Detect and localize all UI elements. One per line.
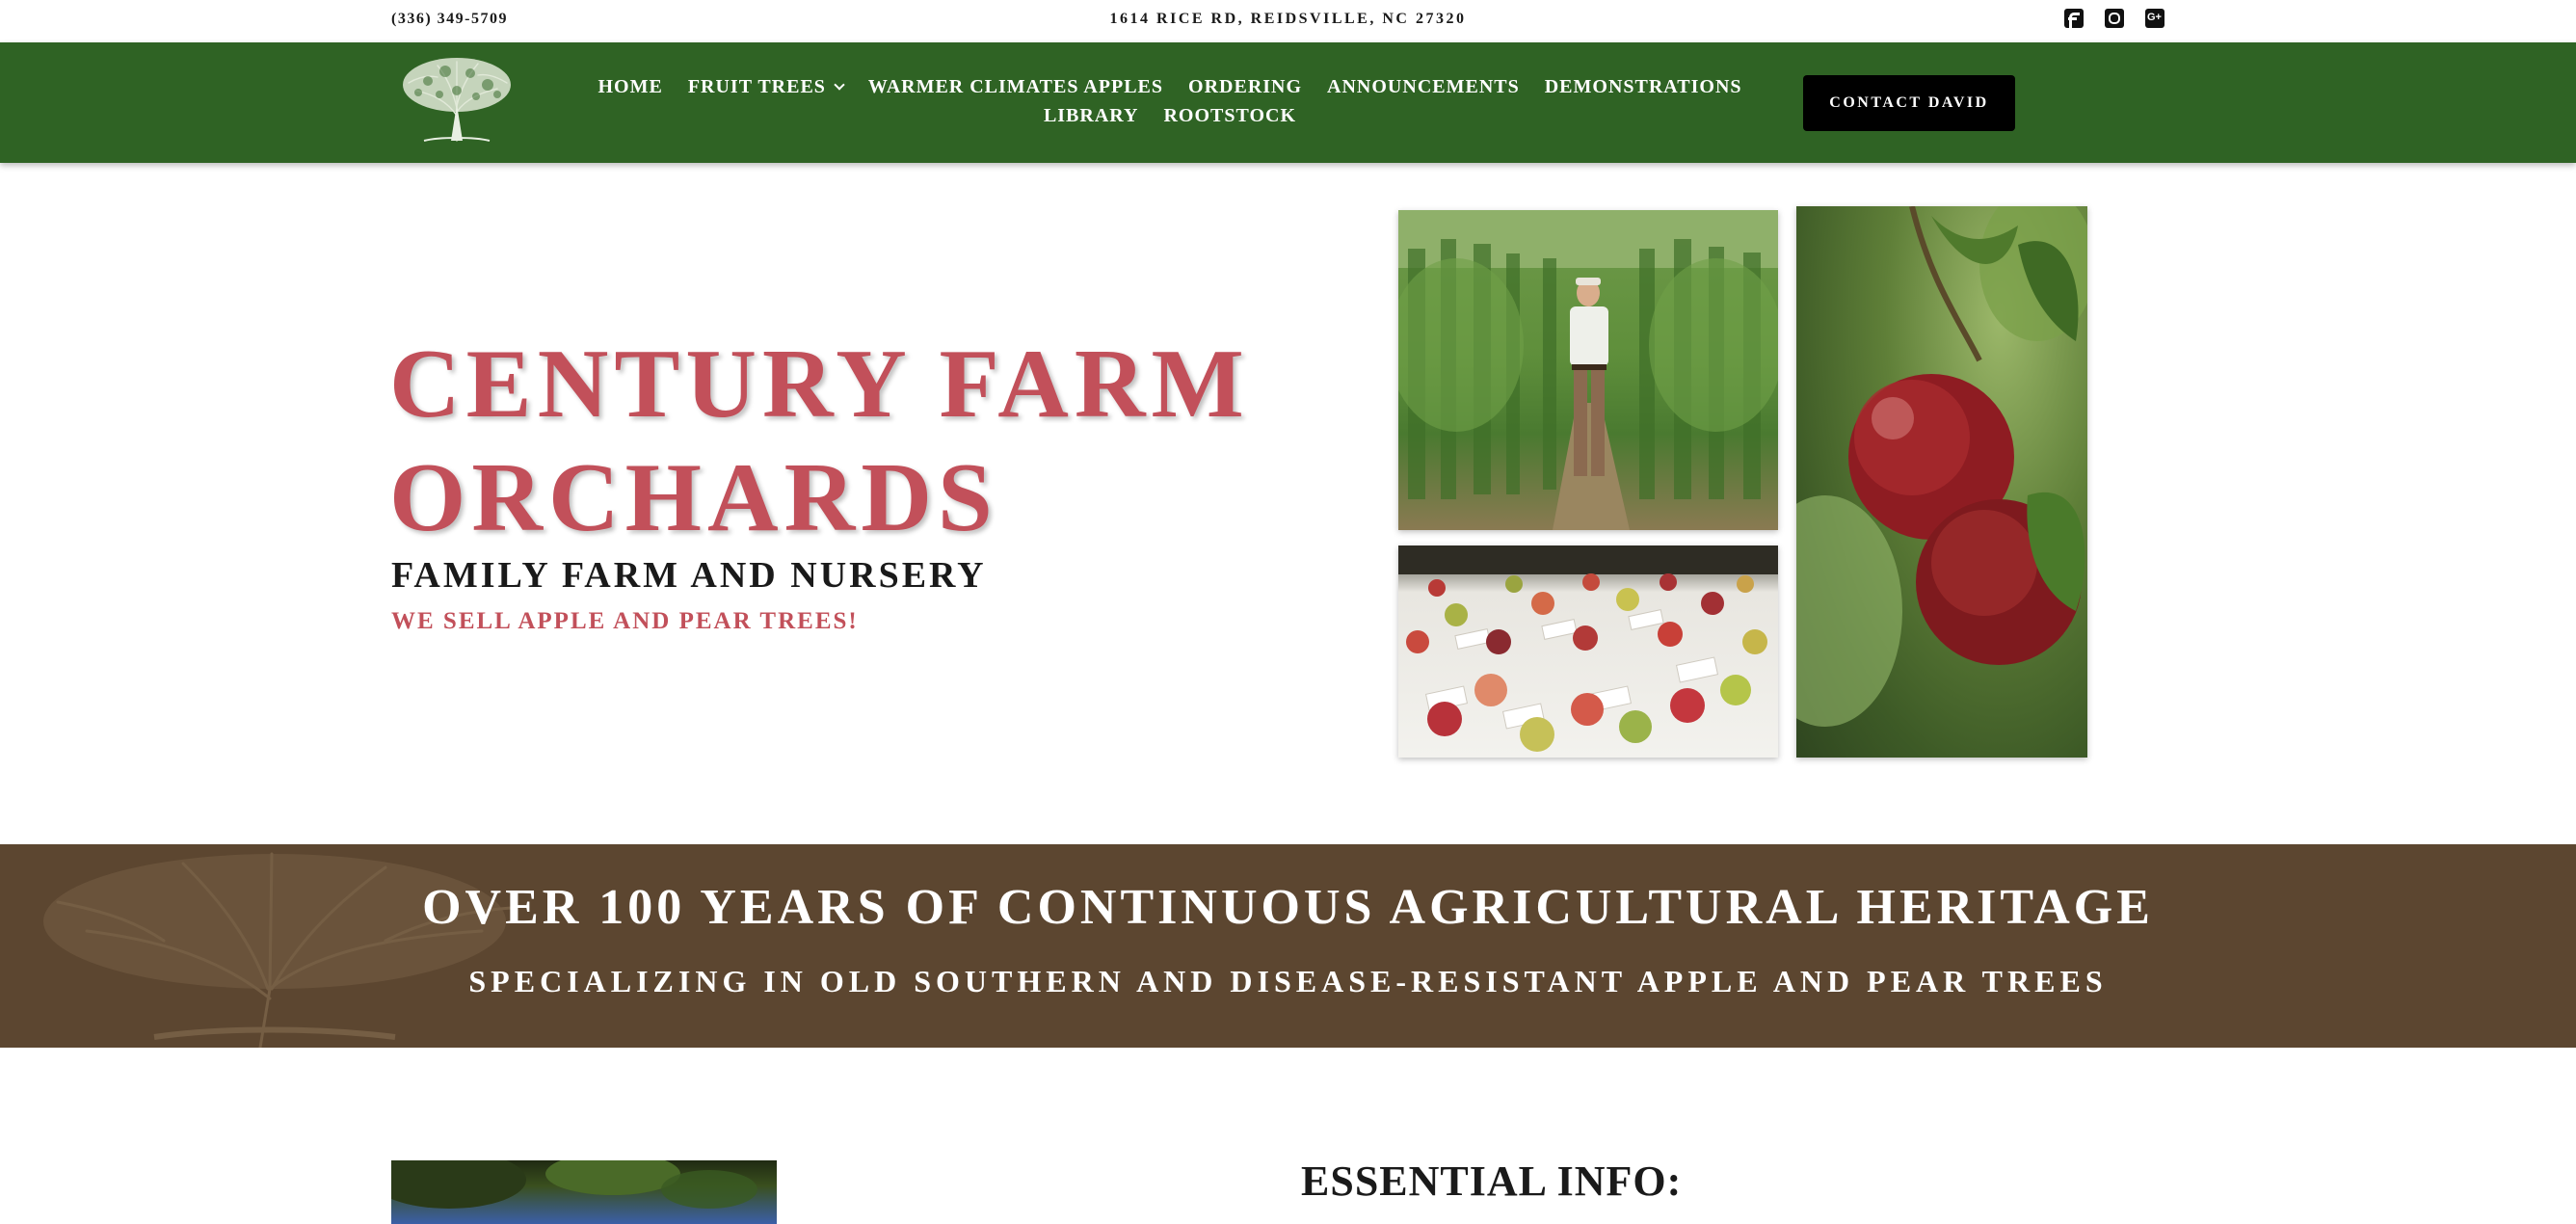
nav-item-demonstrations[interactable]: DEMONSTRATIONS	[1545, 77, 1742, 96]
nav-label: DEMONSTRATIONS	[1544, 76, 1742, 97]
instagram-icon[interactable]	[2105, 9, 2124, 28]
nav-item-home[interactable]: HOME	[598, 77, 662, 96]
tree-watermark	[43, 852, 513, 1048]
apple-tasting-table-photo	[1398, 545, 1778, 758]
nav-label: HOME	[598, 76, 663, 97]
nav-item-rootstock[interactable]: ROOTSTOCK	[1163, 106, 1296, 125]
nav-item-library[interactable]: LIBRARY	[1044, 106, 1139, 125]
nav-label: LIBRARY	[1043, 105, 1139, 126]
title-line-2: ORCHARDS	[389, 443, 998, 552]
facebook-icon[interactable]	[2064, 9, 2084, 28]
nav-label: WARMER CLIMATES APPLES	[867, 76, 1164, 97]
page-title: CENTURY FARM ORCHARDS	[389, 328, 1257, 555]
nav-label: FRUIT TREES	[687, 76, 826, 97]
top-bar: (336) 349-5709 1614 RICE RD, REIDSVILLE,…	[0, 0, 2576, 42]
hero-tagline: WE SELL APPLE AND PEAR TREES!	[391, 608, 859, 634]
nav-item-ordering[interactable]: ORDERING	[1188, 77, 1302, 96]
banner-subheading: SPECIALIZING IN OLD SOUTHERN AND DISEASE…	[468, 964, 2108, 998]
title-line-1: CENTURY FARM	[389, 330, 1250, 439]
chevron-down-icon	[834, 78, 845, 91]
apple-tree-sky-photo	[391, 1160, 777, 1224]
essential-info-heading: ESSENTIAL INFO:	[1301, 1157, 1683, 1205]
google-plus-icon[interactable]	[2145, 9, 2164, 28]
farmer-orchard-photo	[1398, 210, 1778, 530]
contact-david-button[interactable]: CONTACT DAVID	[1803, 75, 2015, 131]
nav-item-fruit-trees[interactable]: FRUIT TREES	[687, 76, 845, 97]
primary-nav: HOME FRUIT TREES WARMER CLIMATES APPLES …	[574, 77, 1766, 125]
main-navbar: HOME FRUIT TREES WARMER CLIMATES APPLES …	[0, 42, 2576, 163]
heritage-banner: OVER 100 YEARS OF CONTINUOUS AGRICULTURA…	[0, 844, 2576, 1048]
nav-label: ROOTSTOCK	[1163, 105, 1297, 126]
address-text: 1614 RICE RD, REIDSVILLE, NC 27320	[1109, 11, 1467, 27]
banner-heading: OVER 100 YEARS OF CONTINUOUS AGRICULTURA…	[422, 880, 2154, 935]
nav-label: ANNOUNCEMENTS	[1327, 76, 1520, 97]
nav-label: ORDERING	[1188, 76, 1303, 97]
tree-logo[interactable]	[389, 48, 524, 145]
hero-subtitle: FAMILY FARM AND NURSERY	[391, 555, 987, 596]
nav-item-warmer-climates-apples[interactable]: WARMER CLIMATES APPLES	[868, 77, 1163, 96]
red-apples-closeup-photo	[1796, 206, 2087, 758]
social-links	[2064, 9, 2164, 28]
nav-item-announcements[interactable]: ANNOUNCEMENTS	[1327, 77, 1520, 96]
